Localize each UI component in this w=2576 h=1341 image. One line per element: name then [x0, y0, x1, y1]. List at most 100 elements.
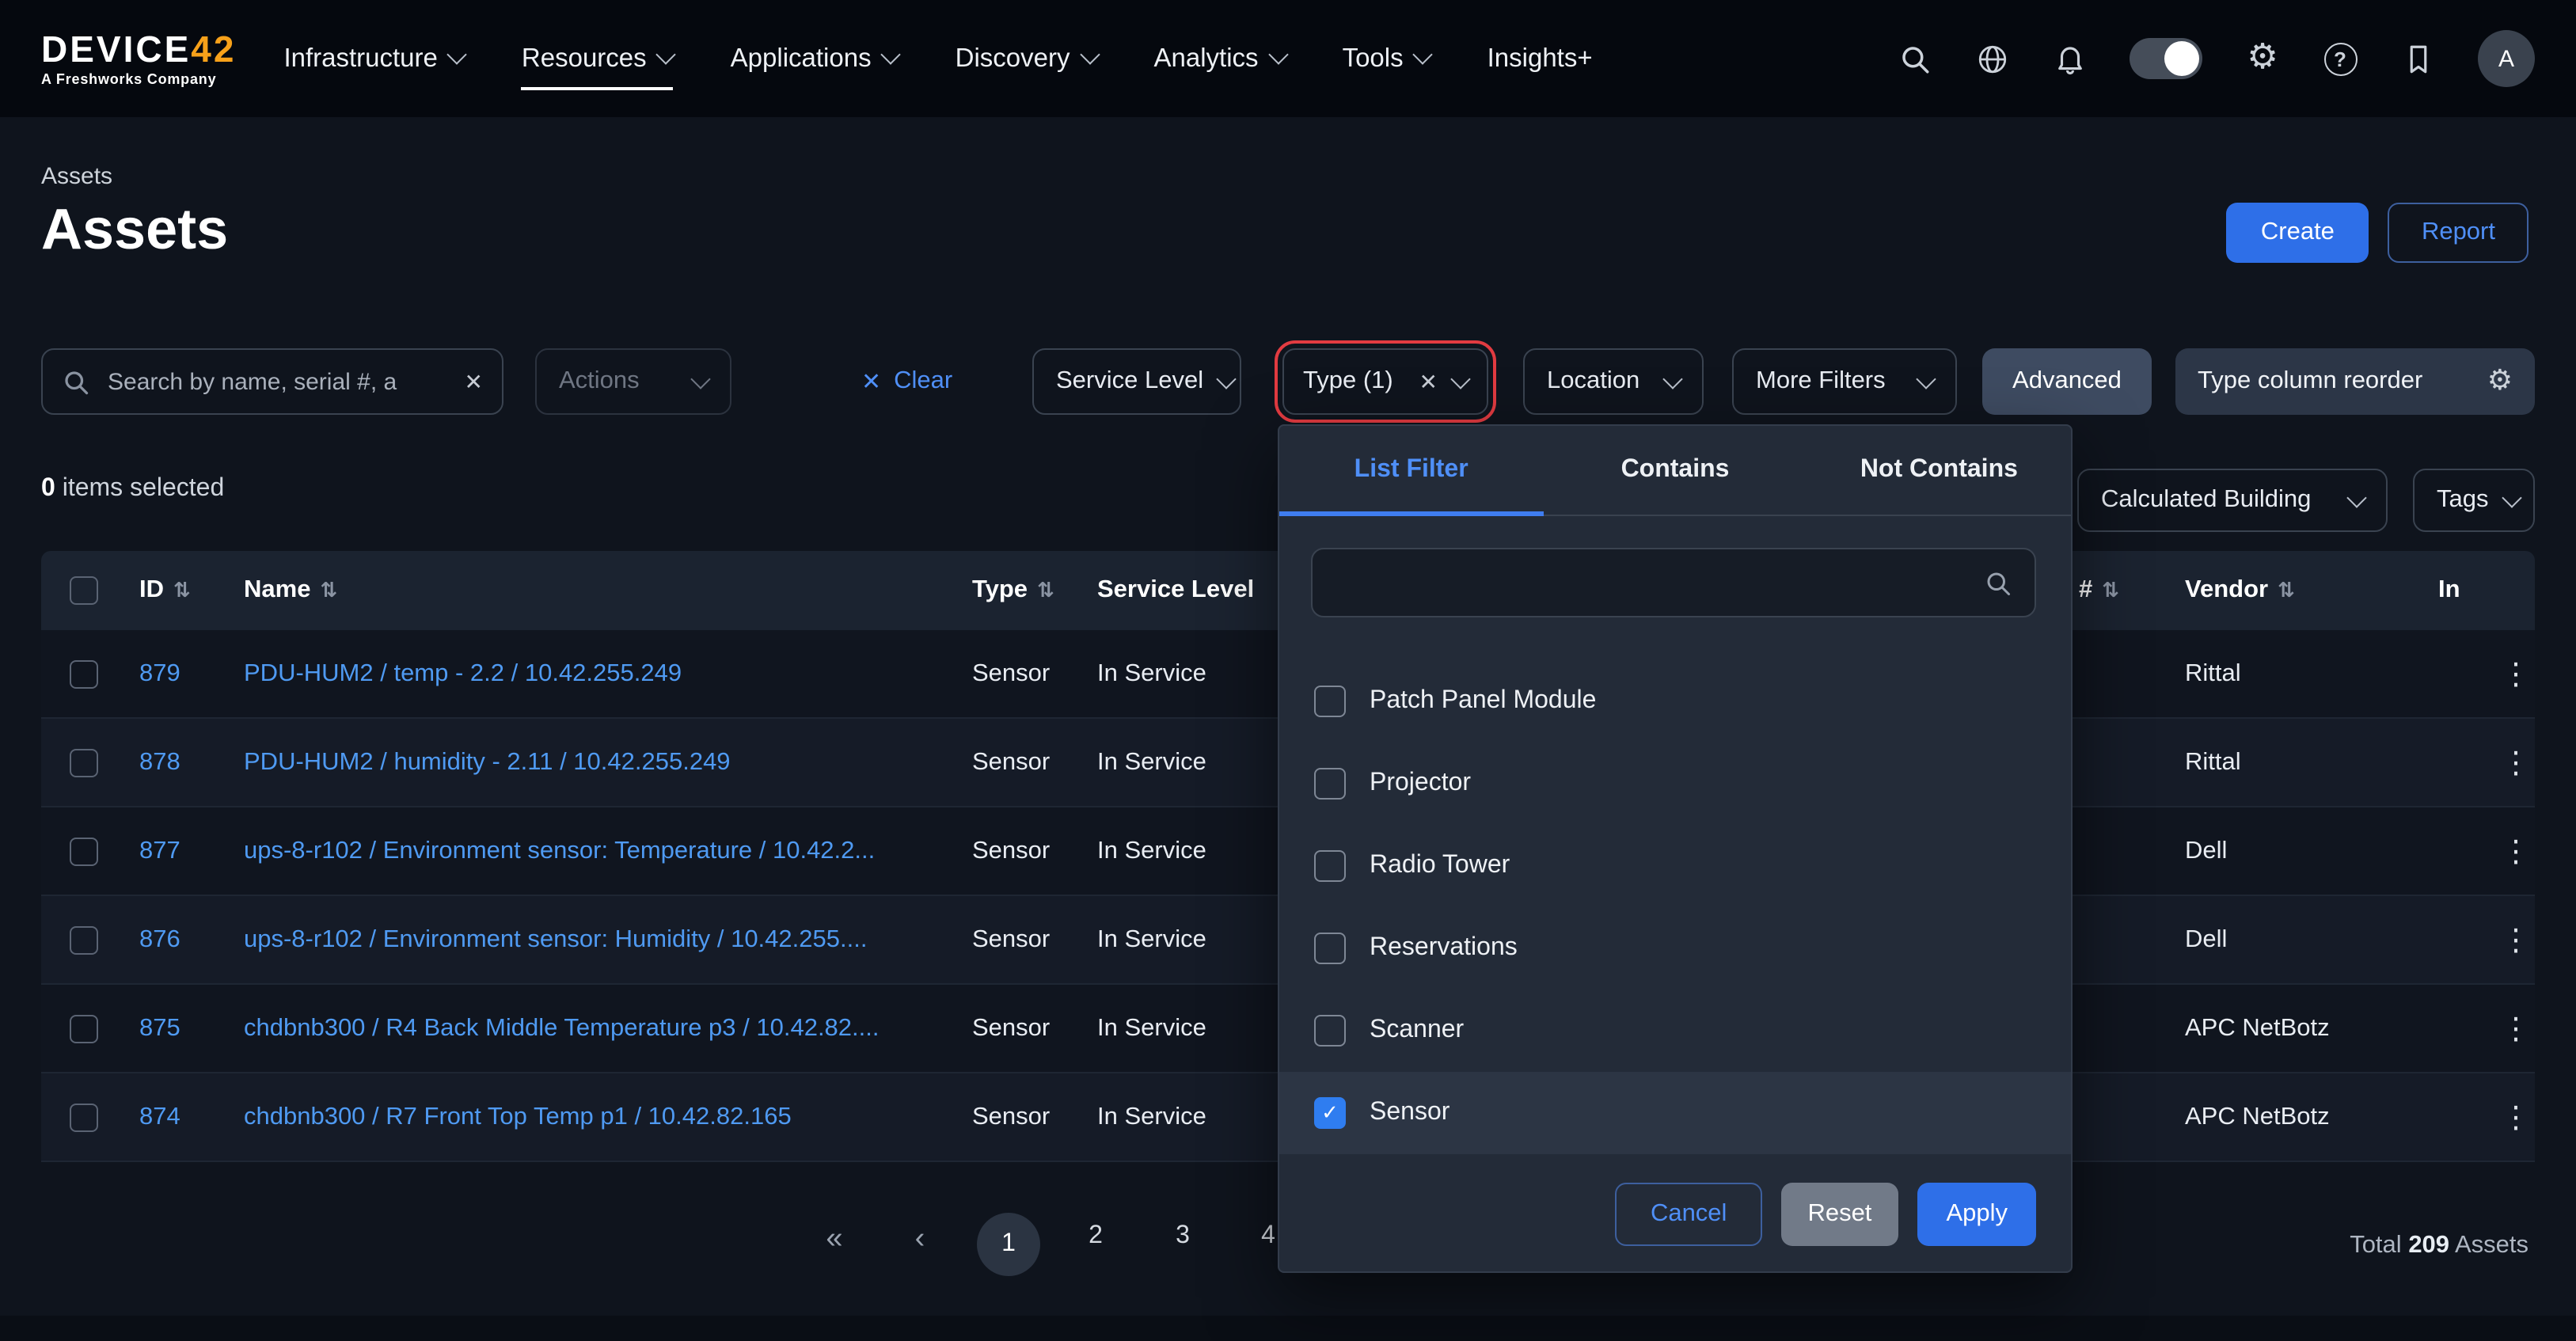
- active-tab-underline: [1279, 511, 1543, 516]
- row-checkbox[interactable]: [70, 659, 98, 688]
- calculated-building-dropdown[interactable]: Calculated Building: [2077, 469, 2388, 532]
- cancel-button[interactable]: Cancel: [1616, 1183, 1762, 1246]
- asset-name-link[interactable]: chdbnb300 / R7 Front Top Temp p1 / 10.42…: [244, 1103, 792, 1131]
- total-count-number: 209: [2408, 1232, 2449, 1259]
- option-checkbox[interactable]: [1314, 686, 1346, 717]
- pagination-page-2[interactable]: 2: [1072, 1222, 1119, 1251]
- nav-analytics[interactable]: Analytics: [1154, 0, 1286, 117]
- filter-option-selected[interactable]: ✓ Sensor: [1279, 1072, 2071, 1154]
- notifications-bell-icon[interactable]: [2052, 41, 2087, 76]
- option-checkbox[interactable]: [1314, 768, 1346, 800]
- nav-discovery[interactable]: Discovery: [956, 0, 1097, 117]
- nav-resources[interactable]: Resources: [522, 0, 674, 117]
- filter-option[interactable]: Patch Panel Module: [1279, 660, 2071, 743]
- location-filter[interactable]: Location: [1523, 348, 1704, 415]
- option-checkbox-checked[interactable]: ✓: [1314, 1097, 1346, 1129]
- row-menu-icon[interactable]: ⋮: [2497, 656, 2535, 691]
- asset-service-level: In Service: [1097, 1014, 1206, 1043]
- asset-name-link[interactable]: chdbnb300 / R4 Back Middle Temperature p…: [244, 1014, 880, 1043]
- row-checkbox[interactable]: [70, 837, 98, 865]
- pagination-page-3[interactable]: 3: [1159, 1222, 1206, 1251]
- nav-applications[interactable]: Applications: [731, 0, 899, 117]
- asset-name-link[interactable]: PDU-HUM2 / temp - 2.2 / 10.42.255.249: [244, 659, 682, 688]
- reset-button[interactable]: Reset: [1780, 1183, 1898, 1246]
- sort-icon[interactable]: ⇅: [2102, 579, 2119, 602]
- service-level-filter[interactable]: Service Level: [1032, 348, 1241, 415]
- advanced-button[interactable]: Advanced: [1982, 348, 2152, 415]
- option-checkbox[interactable]: [1314, 850, 1346, 882]
- theme-toggle[interactable]: [2130, 38, 2202, 79]
- asset-vendor: APC NetBotz: [2185, 1103, 2330, 1131]
- select-all-checkbox[interactable]: [70, 576, 98, 605]
- row-checkbox[interactable]: [70, 1014, 98, 1043]
- report-button[interactable]: Report: [2388, 203, 2529, 263]
- row-checkbox[interactable]: [70, 925, 98, 954]
- sort-icon[interactable]: ⇅: [2278, 579, 2295, 602]
- close-icon: ✕: [861, 367, 881, 396]
- globe-icon[interactable]: [1974, 41, 2009, 76]
- sort-icon[interactable]: ⇅: [173, 579, 191, 602]
- asset-id-link[interactable]: 877: [139, 837, 180, 865]
- asset-service-level: In Service: [1097, 659, 1206, 688]
- option-checkbox[interactable]: [1314, 933, 1346, 964]
- actions-dropdown[interactable]: Actions: [535, 348, 731, 415]
- type-column-reorder-button[interactable]: Type column reorder⚙: [2175, 348, 2535, 415]
- asset-name-link[interactable]: PDU-HUM2 / humidity - 2.11 / 10.42.255.2…: [244, 748, 731, 777]
- asset-search-box: ✕: [41, 348, 503, 415]
- pagination-page-1[interactable]: 1: [977, 1213, 1040, 1276]
- items-selected-count: 0 items selected: [41, 475, 224, 503]
- search-input[interactable]: [104, 367, 450, 397]
- device42-logo[interactable]: DEVICE42 A Freshworks Company: [41, 31, 236, 86]
- remove-filter-icon[interactable]: ✕: [1419, 368, 1438, 395]
- asset-id-link[interactable]: 879: [139, 659, 180, 688]
- asset-id-link[interactable]: 878: [139, 748, 180, 777]
- apply-button[interactable]: Apply: [1917, 1183, 2036, 1246]
- row-menu-icon[interactable]: ⋮: [2497, 922, 2535, 957]
- asset-id-link[interactable]: 875: [139, 1014, 180, 1043]
- tags-dropdown[interactable]: Tags: [2413, 469, 2535, 532]
- clear-search-icon[interactable]: ✕: [465, 368, 483, 395]
- filter-option[interactable]: Projector: [1279, 743, 2071, 825]
- tab-contains[interactable]: Contains: [1543, 426, 1807, 515]
- row-checkbox[interactable]: [70, 1103, 98, 1131]
- filter-option[interactable]: Radio Tower: [1279, 825, 2071, 907]
- row-menu-icon[interactable]: ⋮: [2497, 1100, 2535, 1134]
- filter-option[interactable]: Reservations: [1279, 907, 2071, 990]
- sort-icon[interactable]: ⇅: [320, 579, 337, 602]
- panel-footer-buttons: Cancel Reset Apply: [1616, 1183, 2036, 1246]
- nav-insights[interactable]: Insights+: [1487, 0, 1593, 117]
- tab-not-contains[interactable]: Not Contains: [1807, 426, 2071, 515]
- device42-assets-page: DEVICE42 A Freshworks Company Infrastruc…: [0, 0, 2576, 1341]
- chevron-down-icon: [1662, 369, 1682, 389]
- chevron-down-icon: [1216, 369, 1236, 389]
- row-checkbox[interactable]: [70, 748, 98, 777]
- search-icon[interactable]: [1897, 41, 1932, 76]
- filter-option[interactable]: Scanner: [1279, 990, 2071, 1072]
- row-menu-icon[interactable]: ⋮: [2497, 1011, 2535, 1046]
- row-menu-icon[interactable]: ⋮: [2497, 745, 2535, 780]
- tab-list-filter[interactable]: List Filter: [1279, 426, 1543, 515]
- pagination-prev-icon[interactable]: ‹: [896, 1222, 944, 1257]
- bookmark-icon[interactable]: [2400, 41, 2435, 76]
- create-button[interactable]: Create: [2226, 203, 2369, 263]
- nav-tools[interactable]: Tools: [1343, 0, 1430, 117]
- type-filter[interactable]: Type (1)✕: [1282, 348, 1488, 415]
- asset-name-link[interactable]: ups-8-r102 / Environment sensor: Humidit…: [244, 925, 867, 954]
- pagination-first-icon[interactable]: «: [811, 1222, 858, 1257]
- chevron-down-icon: [881, 44, 901, 64]
- clear-filters-link[interactable]: ✕Clear: [861, 348, 952, 415]
- user-avatar[interactable]: A: [2478, 30, 2535, 87]
- breadcrumb[interactable]: Assets: [41, 163, 112, 190]
- nav-infrastructure[interactable]: Infrastructure: [283, 0, 464, 117]
- asset-id-link[interactable]: 874: [139, 1103, 180, 1131]
- asset-id-link[interactable]: 876: [139, 925, 180, 954]
- sort-icon[interactable]: ⇅: [1037, 579, 1054, 602]
- panel-search-input[interactable]: [1335, 568, 1968, 598]
- help-icon[interactable]: ?: [2323, 41, 2358, 76]
- asset-name-link[interactable]: ups-8-r102 / Environment sensor: Tempera…: [244, 837, 875, 865]
- more-filters-dropdown[interactable]: More Filters: [1732, 348, 1957, 415]
- row-menu-icon[interactable]: ⋮: [2497, 834, 2535, 868]
- option-checkbox[interactable]: [1314, 1015, 1346, 1047]
- col-header-vendor: Vendor: [2185, 576, 2268, 605]
- settings-gear-icon[interactable]: ⚙: [2245, 41, 2280, 76]
